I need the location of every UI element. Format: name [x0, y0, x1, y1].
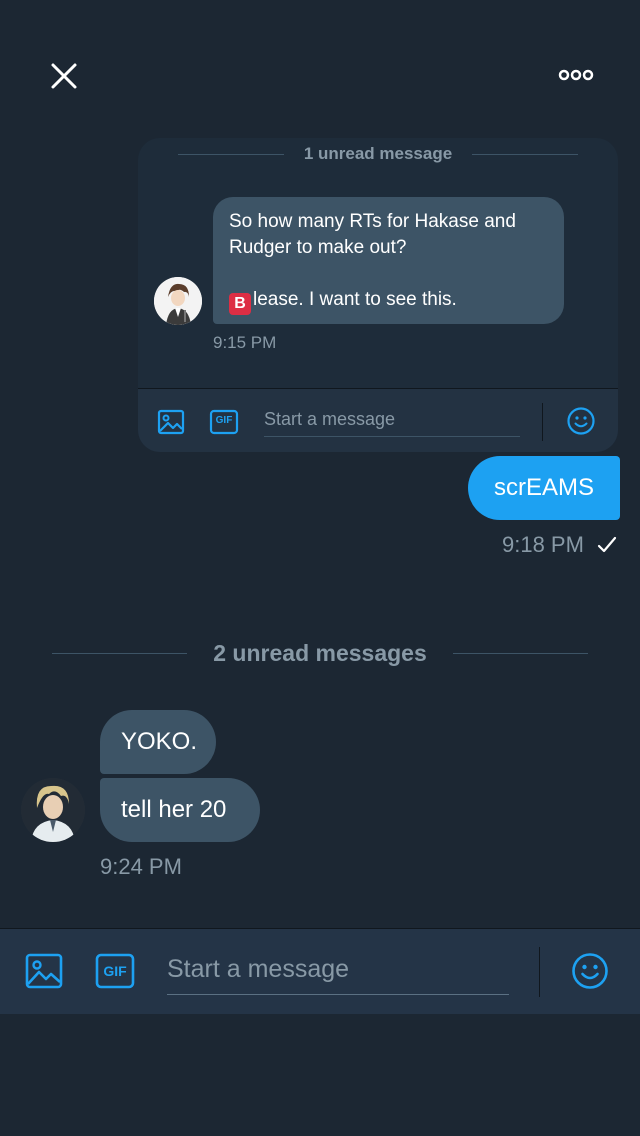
- message-line: So how many RTs for Hakase and: [229, 211, 516, 232]
- incoming-message-bubble[interactable]: tell her 20: [100, 778, 260, 842]
- embedded-image-button[interactable]: [156, 407, 186, 437]
- check-icon: [597, 536, 617, 553]
- unread-divider-label: 2 unread messages: [213, 639, 427, 666]
- embedded-conversation-card[interactable]: 1 unread message So how many RTs for Hak…: [138, 138, 618, 452]
- avatar-image: [154, 277, 202, 325]
- composer-separator: [542, 403, 543, 441]
- more-icon: [558, 69, 594, 81]
- divider-line: [178, 153, 284, 155]
- outgoing-message-bubble[interactable]: scrEAMS: [468, 456, 620, 520]
- avatar-image: [21, 778, 85, 842]
- emoji-icon: [567, 407, 595, 435]
- close-icon: [51, 63, 77, 89]
- unread-divider: 2 unread messages: [52, 638, 589, 668]
- incoming-message-time: 9:24 PM: [100, 854, 182, 879]
- composer-separator: [539, 947, 540, 997]
- embedded-message-bubble[interactable]: So how many RTs for Hakase and Rudger to…: [213, 197, 564, 324]
- embedded-gif-button[interactable]: GIF: [209, 407, 239, 437]
- outgoing-message-time: 9:18 PM: [502, 532, 584, 557]
- divider-line: [452, 652, 589, 654]
- embedded-unread-label: 1 unread message: [303, 144, 453, 163]
- embedded-message-input[interactable]: [264, 403, 520, 437]
- embedded-unread-divider: 1 unread message: [178, 144, 579, 164]
- dm-conversation-screen: 1 unread message So how many RTs for Hak…: [0, 0, 640, 1136]
- incoming-message-bubble[interactable]: YOKO.: [100, 710, 216, 774]
- gif-label: GIF: [103, 963, 127, 979]
- message-line: Blease. I want to see this.: [229, 287, 548, 315]
- message-composer: GIF: [0, 928, 640, 1014]
- gif-label: GIF: [215, 415, 233, 426]
- more-options-button[interactable]: [552, 62, 600, 88]
- image-icon: [157, 409, 185, 435]
- avatar[interactable]: [154, 277, 202, 325]
- divider-line: [472, 153, 579, 155]
- image-button[interactable]: [24, 951, 64, 991]
- message-line-text: lease. I want to see this.: [253, 289, 457, 310]
- embedded-composer: GIF: [138, 388, 618, 452]
- divider-line: [52, 652, 188, 654]
- embedded-message-time: 9:15 PM: [213, 333, 277, 352]
- emoji-button[interactable]: [570, 951, 610, 991]
- message-line: Rudger to make out?: [229, 237, 407, 258]
- b-emoji-icon: B: [229, 293, 251, 315]
- message-input[interactable]: [167, 945, 509, 995]
- emoji-icon: [572, 953, 608, 989]
- close-button[interactable]: [44, 56, 84, 96]
- embedded-emoji-button[interactable]: [565, 405, 597, 437]
- image-icon: [25, 953, 63, 989]
- avatar[interactable]: [21, 778, 85, 842]
- gif-button[interactable]: GIF: [95, 951, 135, 991]
